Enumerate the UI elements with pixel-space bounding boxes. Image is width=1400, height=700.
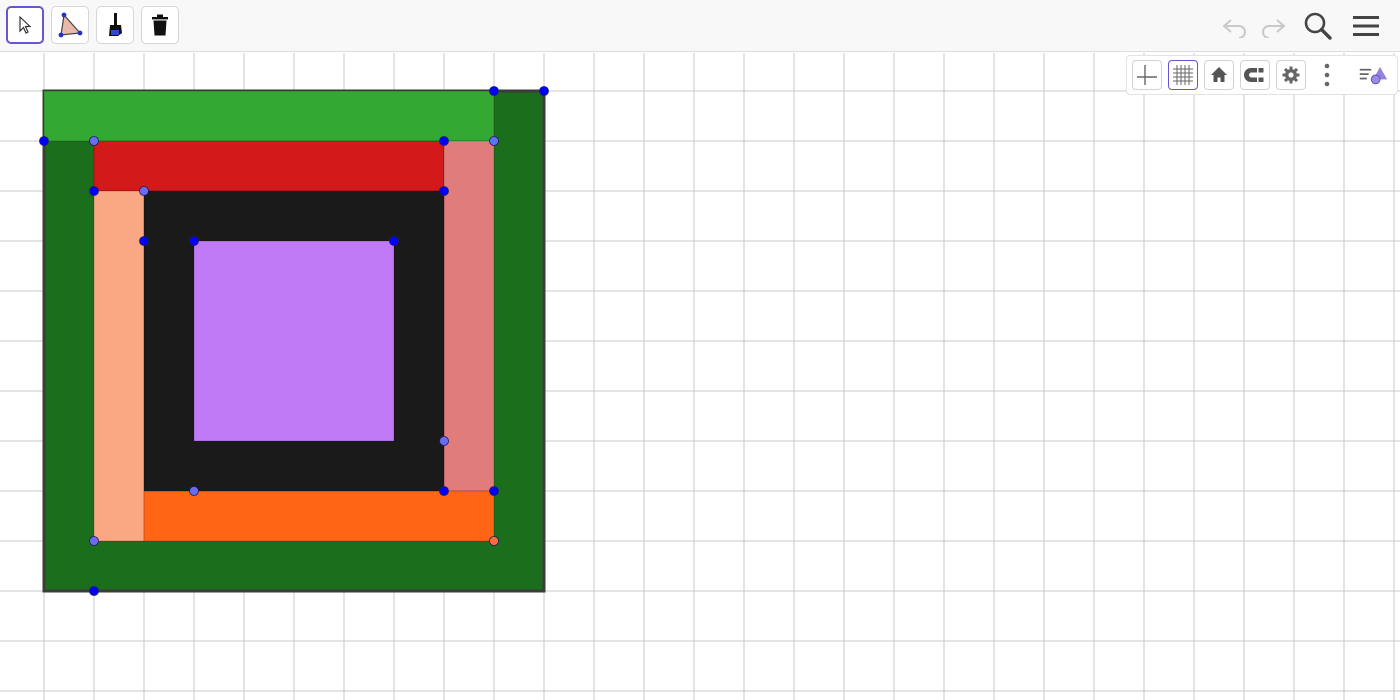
construction-point[interactable]: [39, 136, 49, 146]
undo-icon: [1222, 19, 1246, 38]
main-toolbar: [0, 0, 1400, 52]
polygon-icon: [58, 12, 83, 38]
trash-icon: [152, 14, 168, 36]
graphics-settings-button[interactable]: [1276, 60, 1306, 90]
delete-tool-button[interactable]: [141, 6, 179, 44]
more-options-button[interactable]: [1312, 60, 1342, 90]
construction-point[interactable]: [389, 236, 399, 246]
search-icon: [1304, 12, 1332, 40]
show-grid-icon: [1173, 65, 1193, 85]
hamburger-menu-icon: [1353, 16, 1379, 36]
redo-icon: [1262, 19, 1286, 38]
main-menu-button[interactable]: [1348, 8, 1384, 44]
redo-button[interactable]: [1255, 8, 1291, 44]
more-options-icon: [1324, 63, 1330, 87]
construction-point[interactable]: [489, 536, 499, 546]
construction-point[interactable]: [189, 236, 199, 246]
paint-brush-icon: [109, 13, 122, 36]
standard-view-button[interactable]: [1204, 60, 1234, 90]
light-red-strip[interactable]: [443, 140, 495, 492]
construction-point[interactable]: [489, 486, 499, 496]
construction-point[interactable]: [439, 136, 449, 146]
construction-point[interactable]: [89, 586, 99, 596]
construction-point[interactable]: [439, 486, 449, 496]
polygon-tool-button[interactable]: [51, 6, 89, 44]
red-strip[interactable]: [93, 140, 445, 192]
orange-strip[interactable]: [143, 490, 495, 542]
construction-point[interactable]: [139, 186, 149, 196]
construction-point[interactable]: [89, 186, 99, 196]
polygon-construction: [42, 89, 546, 593]
show-axes-icon: [1137, 65, 1157, 85]
search-button[interactable]: [1300, 8, 1336, 44]
peach-strip[interactable]: [93, 190, 145, 542]
style-brush-tool-button[interactable]: [96, 6, 134, 44]
graphics-style-bar: [1126, 55, 1398, 95]
construction-point[interactable]: [489, 86, 499, 96]
toggle-style-bar-button[interactable]: [1358, 60, 1388, 90]
toggle-style-bar-icon: [1359, 67, 1388, 85]
move-tool-button[interactable]: [6, 6, 44, 44]
construction-point[interactable]: [89, 536, 99, 546]
construction-point[interactable]: [539, 86, 549, 96]
top-green-strip[interactable]: [43, 90, 495, 142]
point-capturing-button[interactable]: [1240, 60, 1270, 90]
construction-point[interactable]: [89, 136, 99, 146]
undo-button[interactable]: [1217, 8, 1253, 44]
home-icon: [1211, 67, 1227, 82]
arrow-cursor-icon: [19, 15, 32, 34]
construction-point[interactable]: [489, 136, 499, 146]
point-capturing-icon: [1244, 68, 1264, 82]
toggle-grid-button[interactable]: [1168, 60, 1198, 90]
graphics-view[interactable]: [0, 53, 1400, 700]
construction-point[interactable]: [189, 486, 199, 496]
purple-center-square[interactable]: [193, 240, 395, 442]
construction-point[interactable]: [439, 186, 449, 196]
settings-gear-icon: [1282, 66, 1300, 84]
construction-point[interactable]: [439, 436, 449, 446]
construction-point[interactable]: [139, 236, 149, 246]
toggle-axes-button[interactable]: [1132, 60, 1162, 90]
